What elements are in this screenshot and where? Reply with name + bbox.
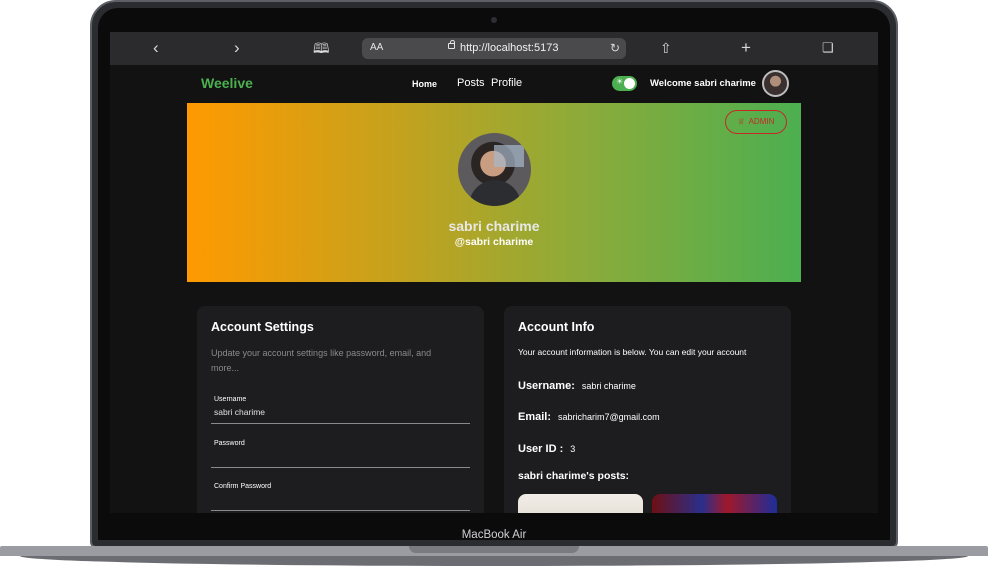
account-info-description: Your account information is below. You c…: [518, 347, 747, 357]
admin-badge: ♕ ADMIN: [725, 110, 787, 134]
welcome-text: Welcome sabri charime: [650, 78, 756, 89]
password-label: Password: [214, 440, 245, 447]
account-settings-title: Account Settings: [211, 320, 314, 334]
account-info-card: Account Info Your account information is…: [504, 306, 791, 513]
share-icon[interactable]: ⇧: [660, 39, 672, 57]
screen: ‹ › 🕮 AA http://localhost:5173 ↻ ⇧ + ❏ W…: [110, 32, 878, 513]
brand-logo[interactable]: Weelive: [201, 75, 253, 91]
toggle-sun-icon: ☀: [616, 77, 624, 86]
base-notch: [409, 546, 579, 553]
nav-posts-link[interactable]: Posts: [457, 77, 485, 89]
info-key: User ID :: [518, 443, 564, 455]
toggle-knob: [624, 78, 635, 89]
post-thumbnail[interactable]: [652, 494, 777, 513]
base-bottom: [20, 556, 968, 566]
post-thumbnail[interactable]: [518, 494, 643, 513]
info-row-user-id: User ID : 3: [518, 439, 575, 457]
info-value: 3: [570, 444, 576, 454]
chevron-left-icon[interactable]: ‹: [153, 39, 159, 57]
username-label: Username: [214, 396, 247, 403]
avatar[interactable]: [762, 70, 789, 97]
text-size-button[interactable]: AA: [370, 42, 383, 53]
plus-icon[interactable]: +: [741, 39, 751, 57]
account-settings-card: Account Settings Update your account set…: [197, 306, 484, 513]
lock-icon: [448, 40, 455, 49]
account-info-title: Account Info: [518, 320, 595, 334]
camera-icon: [491, 17, 497, 23]
crown-icon: ♕: [737, 117, 745, 126]
profile-avatar: [458, 133, 531, 206]
username-value[interactable]: sabri charime: [214, 407, 265, 417]
browser-toolbar: ‹ › 🕮 AA http://localhost:5173 ↻ ⇧ + ❏: [110, 32, 878, 65]
info-key: Email:: [518, 411, 552, 423]
info-row-email: Email: sabricharim7@gmail.com: [518, 407, 660, 425]
confirm-password-label: Confirm Password: [214, 483, 272, 490]
nav-profile-link[interactable]: Profile: [491, 77, 522, 89]
theme-toggle[interactable]: ☀: [612, 76, 637, 91]
info-row-username: Username: sabri charime: [518, 376, 636, 394]
laptop-base: [0, 546, 988, 568]
url-text[interactable]: http://localhost:5173: [460, 42, 558, 54]
admin-badge-label: ADMIN: [748, 117, 775, 126]
info-value: sabricharim7@gmail.com: [558, 412, 660, 422]
device-label: MacBook Air: [461, 529, 527, 541]
address-bar[interactable]: AA http://localhost:5173 ↻: [362, 38, 626, 59]
book-icon[interactable]: 🕮: [313, 39, 330, 57]
info-key: Username:: [518, 380, 575, 392]
tabs-icon[interactable]: ❏: [822, 39, 834, 57]
profile-handle: @sabri charime: [454, 236, 534, 248]
info-value: sabri charime: [581, 381, 636, 391]
profile-banner: ♕ ADMIN sabri charime @sabri charime: [187, 103, 801, 282]
nav-home-link[interactable]: Home: [412, 79, 437, 89]
site-navbar: Weelive Home Posts Profile ☀ Welcome sab…: [110, 65, 878, 103]
username-field[interactable]: Username sabri charime: [211, 396, 470, 424]
chevron-right-icon[interactable]: ›: [234, 39, 240, 57]
account-settings-description: Update your account settings like passwo…: [211, 348, 432, 373]
confirm-password-field[interactable]: Confirm Password: [211, 483, 470, 511]
web-page: Weelive Home Posts Profile ☀ Welcome sab…: [110, 65, 878, 513]
reload-icon[interactable]: ↻: [610, 41, 620, 55]
profile-name: sabri charime: [448, 218, 540, 234]
password-field[interactable]: Password: [211, 440, 470, 468]
posts-title: sabri charime's posts:: [518, 470, 630, 482]
